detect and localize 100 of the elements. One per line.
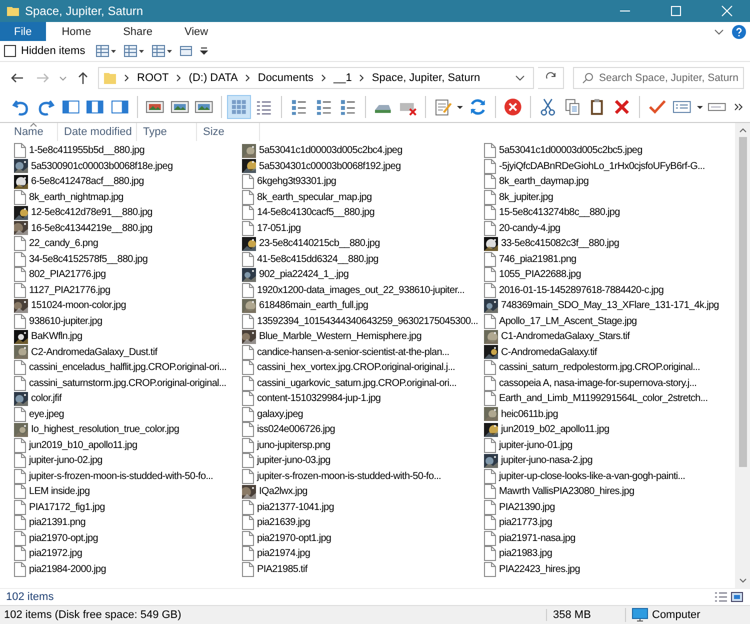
file-item[interactable]: heic0611b.jpg — [484, 406, 735, 422]
file-item[interactable]: 41-5e8c415dd6324__880.jpg — [242, 252, 484, 267]
file-item[interactable]: 151024-moon-color.jpg — [14, 298, 242, 314]
file-item[interactable]: cassini_saturnstorm.jpg.CROP.original-original... — [14, 376, 242, 391]
file-item[interactable]: 8k_earth_specular_map.jpg — [242, 190, 484, 205]
file-item[interactable]: -5jyiQfcDABnRDeGiohLo_1rHx0cjsfoUFyB6rf-G... — [484, 158, 735, 174]
ribbon-tab[interactable]: Share — [107, 22, 168, 41]
file-item[interactable]: jupiter-s-frozen-moon-is-studded-with-50-fo... — [242, 468, 484, 484]
file-item[interactable]: Blue_Marble_Western_Hemisphere.jpg — [242, 329, 484, 344]
file-item[interactable]: 5a53041c1d00003d005c2bc5.jpeg — [484, 143, 735, 158]
column-header[interactable]: Name — [0, 123, 58, 141]
file-item[interactable]: cassini_ugarkovic_saturn.jpg.CROP.original-ori... — [242, 376, 484, 391]
file-item[interactable]: Earth_and_Limb_M1199291564L_color_2stretch... — [484, 391, 735, 406]
breadcrumb[interactable]: Space, Jupiter, Saturn — [372, 72, 480, 84]
file-item[interactable]: PIA17172_fig1.jpg — [14, 500, 242, 515]
file-item[interactable]: 1055_PIA22688.jpg — [484, 267, 735, 282]
file-item[interactable]: galaxy.jpeg — [242, 406, 484, 422]
address-bar[interactable]: ROOT (D:) DATA Documents __1 Space, Jupiter, Saturn — [98, 67, 534, 89]
chevron-icon[interactable] — [714, 28, 724, 36]
file-item[interactable]: 1920x1200-data_images_out_22_938610-jupiter... — [242, 282, 484, 298]
breadcrumb[interactable]: __1 — [334, 72, 352, 84]
search-field[interactable]: Search Space, Jupiter, Saturn — [573, 67, 744, 89]
file-item[interactable]: jupiter-juno-nasa-2.jpg — [484, 453, 735, 468]
file-item[interactable]: Mawrth VallisPIA23080_hires.jpg — [484, 484, 735, 500]
file-item[interactable]: PIA22423_hires.jpg — [484, 562, 735, 577]
file-item[interactable]: jupiter-up-close-looks-like-a-van-gogh-painti... — [484, 468, 735, 484]
file-item[interactable]: content-1510329984-jup-1.jpg — [242, 391, 484, 406]
file-item[interactable]: 1127_PIA21776.jpg — [14, 282, 242, 298]
layout-icon[interactable] — [123, 44, 146, 58]
file-item[interactable]: 748369main_SDO_May_13_XFlare_131-171_4k.jpg — [484, 298, 735, 314]
file-item[interactable]: jupiter-juno-03.jpg — [242, 453, 484, 468]
file-item[interactable]: iss024e006726.jpg — [242, 422, 484, 438]
file-item[interactable]: PIA21390.jpg — [484, 500, 735, 515]
file-item[interactable]: C1-AndromedaGalaxy_Stars.tif — [484, 329, 735, 344]
file-item[interactable]: pia21391.png — [14, 515, 242, 530]
file-item[interactable]: 802_PIA21776.jpg — [14, 267, 242, 282]
file-item[interactable]: pia21974.jpg — [242, 546, 484, 562]
ribbon-tab[interactable]: Home — [46, 22, 108, 41]
file-item[interactable]: pia21972.jpg — [14, 546, 242, 562]
customize-icon[interactable] — [199, 46, 210, 56]
file-item[interactable]: 938610-jupiter.jpg — [14, 314, 242, 329]
file-item[interactable]: 14-5e8c4130cacf5__880.jpg — [242, 205, 484, 220]
scroll-bar[interactable] — [735, 123, 750, 588]
file-item[interactable]: 902_pia22424_1_.jpg — [242, 267, 484, 282]
file-item[interactable]: 34-5e8c4152578f5__880.jpg — [14, 252, 242, 267]
layout-icon[interactable] — [95, 44, 118, 58]
file-item[interactable]: color.jfif — [14, 391, 242, 406]
file-item[interactable]: 15-5e8c413274b8c__880.jpg — [484, 205, 735, 220]
layout-icon[interactable] — [151, 44, 174, 58]
file-item[interactable]: 8k_earth_nightmap.jpg — [14, 190, 242, 205]
file-item[interactable]: cassopeia A, nasa-image-for-supernova-story.j... — [484, 376, 735, 391]
chevron-icon[interactable] — [515, 74, 525, 82]
file-item[interactable]: 23-5e8c4140215cb__880.jpg — [242, 236, 484, 252]
file-item[interactable]: 5a53041c1d00003d005c2bc4.jpeg — [242, 143, 484, 158]
file-item[interactable]: 1-5e8c411955b5d__880.jpg — [14, 143, 242, 158]
file-item[interactable]: 8k_earth_daymap.jpg — [484, 174, 735, 190]
file-item[interactable]: pia21970-opt.jpg — [14, 530, 242, 546]
file-item[interactable]: 6kgehg3t93301.jpg — [242, 174, 484, 190]
file-item[interactable]: Io_highest_resolution_true_color.jpg — [14, 422, 242, 438]
file-item[interactable]: 8k_jupiter.jpg — [484, 190, 735, 205]
column-header[interactable]: Type — [137, 123, 197, 141]
breadcrumb[interactable]: ROOT — [137, 72, 169, 84]
file-item[interactable]: 5a5300901c00003b0068f18e.jpeg — [14, 158, 242, 174]
file-item[interactable]: jun2019_b02_apollo11.jpg — [484, 422, 735, 438]
file-item[interactable]: 33-5e8c415082c3f__880.jpg — [484, 236, 735, 252]
file-item[interactable]: pia21970-opt1.jpg — [242, 530, 484, 546]
file-item[interactable]: 17-051.jpg — [242, 220, 484, 236]
file-item[interactable]: eye.jpeg — [14, 406, 242, 422]
column-header[interactable]: Size — [197, 123, 260, 141]
ribbon-tab[interactable]: File — [0, 22, 46, 41]
file-item[interactable]: 618486main_earth_full.jpg — [242, 298, 484, 314]
help-icon[interactable] — [732, 24, 746, 38]
file-item[interactable]: pia21773.jpg — [484, 515, 735, 530]
file-item[interactable]: candice-hansen-a-senior-scientist-at-the-plan... — [242, 344, 484, 360]
file-item[interactable]: IQa2lwx.jpg — [242, 484, 484, 500]
file-item[interactable]: jupiter-juno-01.jpg — [484, 438, 735, 453]
file-item[interactable]: 5a5304301c00003b0068f192.jpeg — [242, 158, 484, 174]
file-item[interactable]: pia21971-nasa.jpg — [484, 530, 735, 546]
column-header[interactable]: Date modified — [58, 123, 137, 141]
file-item[interactable]: jun2019_b10_apollo11.jpg — [14, 438, 242, 453]
file-item[interactable]: BaKWfln.jpg — [14, 329, 242, 344]
ribbon-tab[interactable]: View — [168, 22, 224, 41]
file-item[interactable]: C-AndromedaGalaxy.tif — [484, 344, 735, 360]
file-item[interactable]: juno-jupitersp.png — [242, 438, 484, 453]
breadcrumb[interactable]: (D:) DATA — [188, 72, 238, 84]
breadcrumb[interactable]: Documents — [258, 72, 314, 84]
file-item[interactable]: cassini_saturn_redpolestorm.jpg.CROP.original... — [484, 360, 735, 376]
file-item[interactable]: 13592394_10154344340643259_96302175045300... — [242, 314, 484, 329]
file-item[interactable]: Apollo_17_LM_Ascent_Stage.jpg — [484, 314, 735, 329]
file-item[interactable]: pia21983.jpg — [484, 546, 735, 562]
file-item[interactable]: jupiter-s-frozen-moon-is-studded-with-50-fo... — [14, 468, 242, 484]
file-item[interactable]: 2016-01-15-1452897618-7884420-c.jpg — [484, 282, 735, 298]
file-item[interactable]: pia21984-2000.jpg — [14, 562, 242, 577]
more-icon[interactable] — [734, 102, 744, 112]
file-item[interactable]: pia21377-1041.jpg — [242, 500, 484, 515]
file-item[interactable]: pia21639.jpg — [242, 515, 484, 530]
file-item[interactable]: 12-5e8c412d78e91__880.jpg — [14, 205, 242, 220]
file-item[interactable]: 16-5e8c41344219e__880.jpg — [14, 220, 242, 236]
cancel-icon[interactable] — [502, 96, 524, 118]
layout-icon[interactable] — [179, 44, 194, 58]
